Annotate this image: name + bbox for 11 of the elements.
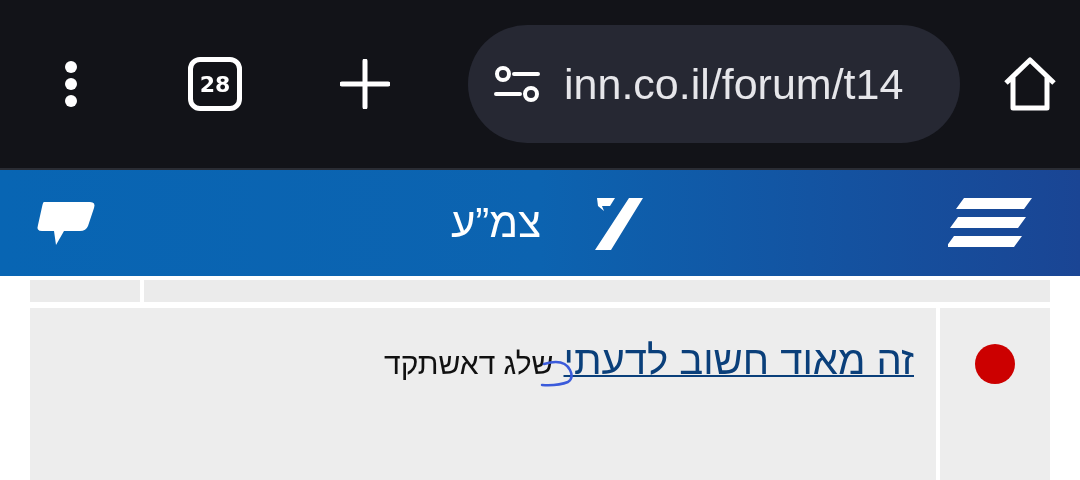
more-options-icon[interactable] [64,61,78,107]
forum-title: צמ”ע [450,199,542,247]
site-settings-icon[interactable] [494,66,540,102]
tab-switcher-button[interactable]: 28 [188,57,242,111]
menu-icon[interactable] [948,198,1032,248]
post-title-link[interactable]: זה מאוד חשוב לדעתי [563,338,914,383]
new-tab-icon[interactable] [340,59,390,109]
home-icon[interactable] [1002,56,1058,112]
url-text[interactable]: inn.co.il/forum/t14 [564,59,904,109]
address-bar[interactable]: inn.co.il/forum/t14 [468,25,960,143]
post-author: שלג דאשתקד [384,347,554,381]
